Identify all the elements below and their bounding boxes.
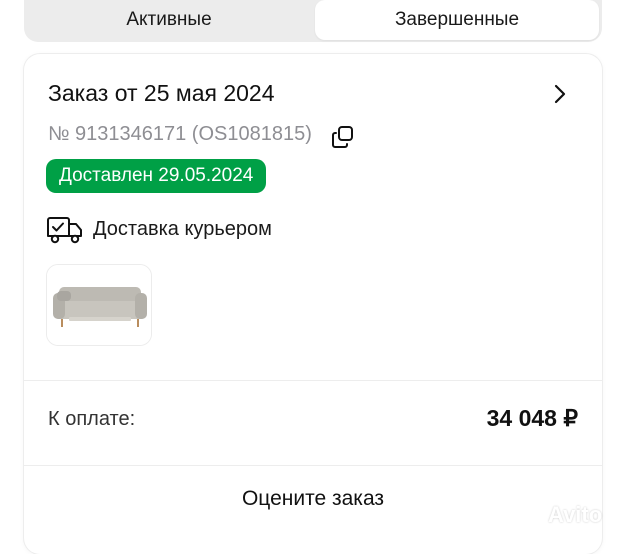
delivery-method: Доставка курьером — [93, 218, 272, 240]
sofa-image — [47, 265, 151, 345]
watermark-text: Avito — [548, 502, 603, 527]
divider — [24, 380, 602, 381]
status-badge: Доставлен 29.05.2024 — [46, 159, 267, 193]
order-number: № 9131346171 (OS1081815) — [48, 123, 312, 145]
tab-active[interactable]: Активные — [24, 0, 314, 40]
product-thumbnail[interactable] — [46, 264, 152, 346]
copy-icon[interactable] — [330, 124, 356, 150]
avito-logo-icon — [513, 502, 536, 528]
payment-amount: 34 048 ₽ — [486, 405, 578, 431]
chevron-right-icon[interactable] — [550, 82, 570, 106]
order-card[interactable]: Заказ от 25 мая 2024 № 9131346171 (OS108… — [24, 54, 602, 554]
payment-label: К оплате: — [48, 408, 136, 430]
truck-check-icon — [47, 217, 82, 244]
order-title: Заказ от 25 мая 2024 — [48, 80, 275, 106]
tab-completed[interactable]: Завершенные — [315, 0, 599, 40]
avito-watermark: Avito — [510, 500, 614, 530]
order-tabs: Активные Завершенные — [24, 0, 602, 42]
